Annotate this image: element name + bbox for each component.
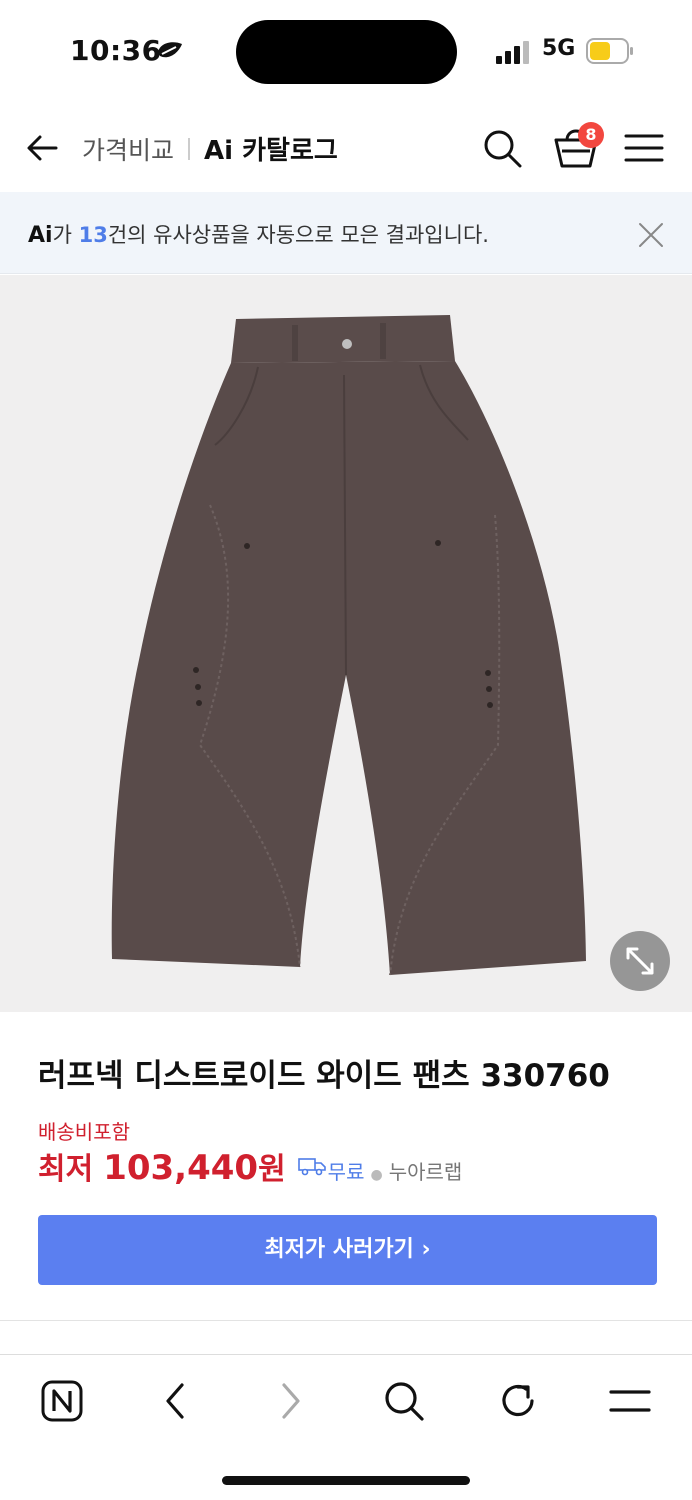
ai-banner-text: Ai가 13건의 유사상품을 자동으로 모은 결과입니다.: [28, 219, 489, 249]
price-row: 최저 103,440 원 무료 ● 누아르랩: [38, 1144, 462, 1188]
network-label: 5G: [542, 36, 576, 61]
menu-icon[interactable]: [608, 1379, 652, 1423]
ai-result-banner: Ai가 13건의 유사상품을 자동으로 모은 결과입니다.: [0, 192, 692, 274]
product-title: 러프넥 디스트로이드 와이드 팬츠 330760: [38, 1058, 610, 1094]
search-icon[interactable]: [382, 1379, 426, 1423]
section-divider: [0, 1320, 692, 1321]
buy-lowest-price-button[interactable]: 최저가 사러가기 ›: [38, 1215, 657, 1285]
battery-icon: [586, 38, 633, 64]
expand-arrows-icon: [626, 947, 654, 975]
status-time: 10:36: [70, 34, 162, 67]
close-icon[interactable]: [636, 220, 666, 250]
home-indicator: [222, 1476, 470, 1485]
breadcrumb: 가격비교 Ai 카탈로그: [82, 130, 338, 167]
arrow-left-icon[interactable]: [22, 128, 62, 168]
ai-result-count: 13: [78, 223, 108, 247]
status-bar: 10:36 5G: [0, 0, 692, 100]
breadcrumb-current: Ai 카탈로그: [204, 136, 338, 166]
shipping-included-note: 배송비포함: [38, 1120, 130, 1144]
price-prefix: 최저: [38, 1152, 94, 1187]
product-image: [0, 275, 692, 1012]
ai-text-after: 건의 유사상품을 자동으로 모은 결과입니다.: [107, 223, 489, 247]
forward-icon[interactable]: [268, 1379, 312, 1423]
pants-illustration: [111, 315, 586, 976]
ai-text-before: 가: [52, 223, 79, 247]
back-icon[interactable]: [154, 1379, 198, 1423]
breadcrumb-parent[interactable]: 가격비교: [82, 131, 174, 167]
seller-name[interactable]: 누아르랩: [389, 1156, 463, 1185]
lowest-price: 103,440: [103, 1148, 259, 1188]
ai-logo: Ai: [28, 223, 53, 248]
naver-home-icon[interactable]: [40, 1379, 84, 1423]
expand-image-button[interactable]: [610, 931, 670, 991]
cart-count-badge: 8: [578, 122, 604, 148]
breadcrumb-separator: [188, 137, 191, 160]
leaf-icon: [158, 42, 182, 58]
separator-dot: ●: [370, 1167, 383, 1183]
dynamic-island: [236, 20, 457, 84]
free-shipping-label: 무료: [327, 1160, 365, 1184]
search-icon[interactable]: [480, 126, 524, 170]
signal-icon: [496, 41, 529, 64]
refresh-icon[interactable]: [496, 1379, 540, 1423]
hamburger-menu-icon[interactable]: [624, 130, 664, 166]
truck-icon: [297, 1158, 326, 1176]
price-unit: 원: [258, 1152, 286, 1187]
